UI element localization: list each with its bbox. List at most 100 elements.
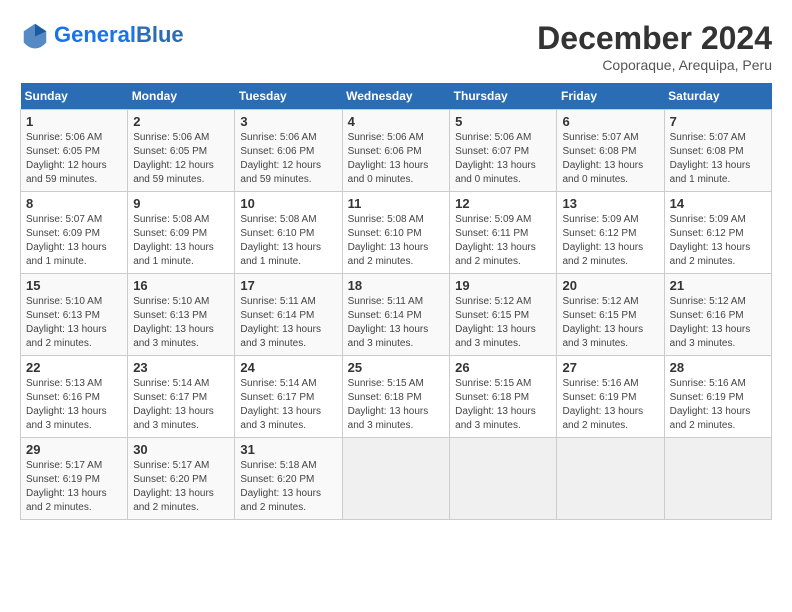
- day-of-week-header: Monday: [128, 83, 235, 110]
- day-number: 31: [240, 442, 336, 457]
- calendar-day-cell: 8 Sunrise: 5:07 AM Sunset: 6:09 PM Daylig…: [21, 192, 128, 274]
- day-number: 17: [240, 278, 336, 293]
- calendar-day-cell: 14Sunrise: 5:09 AM Sunset: 6:12 PM Dayli…: [664, 192, 771, 274]
- calendar-day-cell: 12 Sunrise: 5:09 AM Sunset: 6:11 PM Dayli…: [450, 192, 557, 274]
- day-info: Sunrise: 5:18 AM Sunset: 6:20 PM Dayligh…: [240, 459, 336, 515]
- day-of-week-header: Saturday: [664, 83, 771, 110]
- calendar-empty-cell: [664, 438, 771, 520]
- calendar-week-row: 1Sunrise: 5:06 AM Sunset: 6:05 PM Daylig…: [21, 110, 772, 192]
- day-number: 10: [240, 196, 336, 211]
- calendar-day-cell: 24 Sunrise: 5:14 AM Sunset: 6:17 PM Dayli…: [235, 356, 342, 438]
- day-number: 7: [670, 114, 766, 129]
- day-number: 13: [562, 196, 658, 211]
- calendar-day-cell: 7 Sunrise: 5:07 AM Sunset: 6:08 PM Daylig…: [664, 110, 771, 192]
- day-info: Sunrise: 5:10 AM Sunset: 6:13 PM Dayligh…: [133, 295, 229, 351]
- day-number: 26: [455, 360, 551, 375]
- day-info: Sunrise: 5:09 AM Sunset: 6:11 PM Dayligh…: [455, 213, 551, 269]
- day-info: Sunrise: 5:09 AM Sunset: 6:12 PM Dayligh…: [562, 213, 658, 269]
- day-info: Sunrise: 5:11 AM Sunset: 6:14 PM Dayligh…: [240, 295, 336, 351]
- calendar-day-cell: 17 Sunrise: 5:11 AM Sunset: 6:14 PM Dayli…: [235, 274, 342, 356]
- day-info: Sunrise: 5:06 AM Sunset: 6:06 PM Dayligh…: [348, 131, 445, 187]
- day-info: Sunrise: 5:06 AM Sunset: 6:05 PM Dayligh…: [26, 131, 122, 187]
- logo-icon: [20, 20, 50, 50]
- calendar-header-row: SundayMondayTuesdayWednesdayThursdayFrid…: [21, 83, 772, 110]
- day-info: Sunrise: 5:14 AM Sunset: 6:17 PM Dayligh…: [240, 377, 336, 433]
- logo-text: GeneralBlue: [54, 22, 184, 48]
- day-number: 5: [455, 114, 551, 129]
- calendar-day-cell: 26 Sunrise: 5:15 AM Sunset: 6:18 PM Dayli…: [450, 356, 557, 438]
- calendar-day-cell: 18Sunrise: 5:11 AM Sunset: 6:14 PM Dayli…: [342, 274, 450, 356]
- day-number: 6: [562, 114, 658, 129]
- day-info: Sunrise: 5:09 AM Sunset: 6:12 PM Dayligh…: [670, 213, 766, 269]
- day-info: Sunrise: 5:08 AM Sunset: 6:10 PM Dayligh…: [240, 213, 336, 269]
- calendar-day-cell: 1Sunrise: 5:06 AM Sunset: 6:05 PM Daylig…: [21, 110, 128, 192]
- calendar-day-cell: 20 Sunrise: 5:12 AM Sunset: 6:15 PM Dayli…: [557, 274, 664, 356]
- day-info: Sunrise: 5:16 AM Sunset: 6:19 PM Dayligh…: [562, 377, 658, 433]
- day-info: Sunrise: 5:16 AM Sunset: 6:19 PM Dayligh…: [670, 377, 766, 433]
- calendar-day-cell: 2Sunrise: 5:06 AM Sunset: 6:05 PM Daylig…: [128, 110, 235, 192]
- day-info: Sunrise: 5:06 AM Sunset: 6:06 PM Dayligh…: [240, 131, 336, 187]
- day-info: Sunrise: 5:10 AM Sunset: 6:13 PM Dayligh…: [26, 295, 122, 351]
- calendar-empty-cell: [557, 438, 664, 520]
- page-header: GeneralBlue December 2024 Coporaque, Are…: [20, 20, 772, 73]
- calendar-week-row: 22 Sunrise: 5:13 AM Sunset: 6:16 PM Dayli…: [21, 356, 772, 438]
- day-info: Sunrise: 5:17 AM Sunset: 6:20 PM Dayligh…: [133, 459, 229, 515]
- day-number: 8: [26, 196, 122, 211]
- calendar-day-cell: 13 Sunrise: 5:09 AM Sunset: 6:12 PM Dayli…: [557, 192, 664, 274]
- day-info: Sunrise: 5:13 AM Sunset: 6:16 PM Dayligh…: [26, 377, 122, 433]
- calendar-day-cell: 6 Sunrise: 5:07 AM Sunset: 6:08 PM Daylig…: [557, 110, 664, 192]
- calendar-day-cell: 28 Sunrise: 5:16 AM Sunset: 6:19 PM Dayli…: [664, 356, 771, 438]
- month-title: December 2024: [537, 20, 772, 57]
- day-number: 16: [133, 278, 229, 293]
- day-info: Sunrise: 5:07 AM Sunset: 6:08 PM Dayligh…: [562, 131, 658, 187]
- day-info: Sunrise: 5:12 AM Sunset: 6:15 PM Dayligh…: [562, 295, 658, 351]
- day-number: 30: [133, 442, 229, 457]
- day-of-week-header: Sunday: [21, 83, 128, 110]
- day-number: 18: [348, 278, 445, 293]
- calendar-week-row: 29 Sunrise: 5:17 AM Sunset: 6:19 PM Dayli…: [21, 438, 772, 520]
- day-info: Sunrise: 5:08 AM Sunset: 6:09 PM Dayligh…: [133, 213, 229, 269]
- day-of-week-header: Friday: [557, 83, 664, 110]
- day-info: Sunrise: 5:12 AM Sunset: 6:15 PM Dayligh…: [455, 295, 551, 351]
- day-info: Sunrise: 5:08 AM Sunset: 6:10 PM Dayligh…: [348, 213, 445, 269]
- day-number: 27: [562, 360, 658, 375]
- calendar-empty-cell: [450, 438, 557, 520]
- calendar-day-cell: 11Sunrise: 5:08 AM Sunset: 6:10 PM Dayli…: [342, 192, 450, 274]
- calendar-body: 1Sunrise: 5:06 AM Sunset: 6:05 PM Daylig…: [21, 110, 772, 520]
- day-number: 4: [348, 114, 445, 129]
- day-of-week-header: Wednesday: [342, 83, 450, 110]
- calendar-day-cell: 5 Sunrise: 5:06 AM Sunset: 6:07 PM Daylig…: [450, 110, 557, 192]
- day-info: Sunrise: 5:12 AM Sunset: 6:16 PM Dayligh…: [670, 295, 766, 351]
- day-number: 12: [455, 196, 551, 211]
- day-info: Sunrise: 5:17 AM Sunset: 6:19 PM Dayligh…: [26, 459, 122, 515]
- day-number: 20: [562, 278, 658, 293]
- day-number: 29: [26, 442, 122, 457]
- calendar-day-cell: 4 Sunrise: 5:06 AM Sunset: 6:06 PM Daylig…: [342, 110, 450, 192]
- calendar-day-cell: 10 Sunrise: 5:08 AM Sunset: 6:10 PM Dayli…: [235, 192, 342, 274]
- calendar-header: SundayMondayTuesdayWednesdayThursdayFrid…: [21, 83, 772, 110]
- day-number: 2: [133, 114, 229, 129]
- calendar-day-cell: 30 Sunrise: 5:17 AM Sunset: 6:20 PM Dayli…: [128, 438, 235, 520]
- day-info: Sunrise: 5:15 AM Sunset: 6:18 PM Dayligh…: [455, 377, 551, 433]
- calendar-day-cell: 9 Sunrise: 5:08 AM Sunset: 6:09 PM Daylig…: [128, 192, 235, 274]
- calendar-day-cell: 21Sunrise: 5:12 AM Sunset: 6:16 PM Dayli…: [664, 274, 771, 356]
- calendar-week-row: 8 Sunrise: 5:07 AM Sunset: 6:09 PM Daylig…: [21, 192, 772, 274]
- calendar-week-row: 15Sunrise: 5:10 AM Sunset: 6:13 PM Dayli…: [21, 274, 772, 356]
- calendar-day-cell: 29 Sunrise: 5:17 AM Sunset: 6:19 PM Dayli…: [21, 438, 128, 520]
- day-info: Sunrise: 5:06 AM Sunset: 6:07 PM Dayligh…: [455, 131, 551, 187]
- calendar-day-cell: 22 Sunrise: 5:13 AM Sunset: 6:16 PM Dayli…: [21, 356, 128, 438]
- calendar-day-cell: 25Sunrise: 5:15 AM Sunset: 6:18 PM Dayli…: [342, 356, 450, 438]
- day-number: 9: [133, 196, 229, 211]
- day-number: 25: [348, 360, 445, 375]
- calendar-day-cell: 27 Sunrise: 5:16 AM Sunset: 6:19 PM Dayli…: [557, 356, 664, 438]
- calendar-day-cell: 16 Sunrise: 5:10 AM Sunset: 6:13 PM Dayli…: [128, 274, 235, 356]
- day-number: 19: [455, 278, 551, 293]
- day-of-week-header: Tuesday: [235, 83, 342, 110]
- day-info: Sunrise: 5:07 AM Sunset: 6:08 PM Dayligh…: [670, 131, 766, 187]
- day-number: 24: [240, 360, 336, 375]
- calendar-day-cell: 31 Sunrise: 5:18 AM Sunset: 6:20 PM Dayli…: [235, 438, 342, 520]
- day-number: 28: [670, 360, 766, 375]
- logo: GeneralBlue: [20, 20, 184, 50]
- day-number: 22: [26, 360, 122, 375]
- day-info: Sunrise: 5:07 AM Sunset: 6:09 PM Dayligh…: [26, 213, 122, 269]
